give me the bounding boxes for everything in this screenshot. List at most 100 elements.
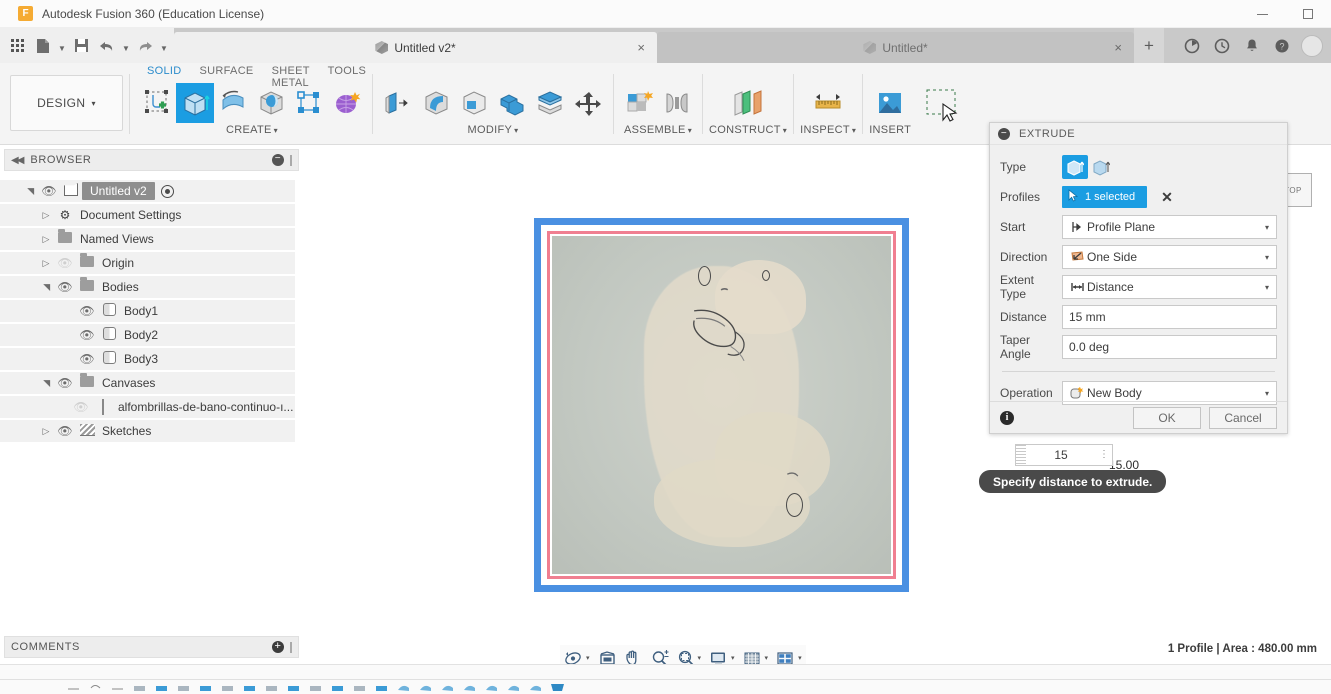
profiles-selection-button[interactable]: 1 selected <box>1062 186 1148 208</box>
chevron-down-icon[interactable]: ▾ <box>1265 389 1269 398</box>
expand-arrow-icon[interactable] <box>38 378 54 389</box>
panel-resize-grip[interactable] <box>290 641 292 653</box>
visibility-eye-icon[interactable]: 👁 <box>38 184 60 198</box>
extrude-dialog-header[interactable]: − EXTRUDE <box>990 123 1287 145</box>
timeline-feature-revolve[interactable] <box>414 680 436 694</box>
chevron-down-icon[interactable]: ▾ <box>1265 223 1269 232</box>
undo-dropdown-caret[interactable]: ▼ <box>120 30 132 62</box>
press-pull-icon[interactable] <box>379 83 417 123</box>
timeline-feature-sketch[interactable] <box>260 680 282 694</box>
selection-marquee-icon[interactable] <box>919 83 969 125</box>
timeline-feature-revolve[interactable] <box>502 680 524 694</box>
help-icon[interactable]: ? <box>1267 28 1297 63</box>
tree-item-body2[interactable]: 👁 Body2 <box>0 323 303 347</box>
tree-item-bodies[interactable]: 👁 Bodies <box>0 275 303 299</box>
job-status-icon[interactable] <box>1177 28 1207 63</box>
activate-component-icon[interactable] <box>160 184 174 198</box>
timeline-feature-revolve[interactable] <box>436 680 458 694</box>
field-options-icon[interactable]: ⋮ <box>1096 450 1112 460</box>
tree-item-body1[interactable]: 👁 Body1 <box>0 299 303 323</box>
pattern-icon[interactable] <box>290 83 328 123</box>
tree-item-origin[interactable]: 👁 Origin <box>0 251 303 275</box>
sketch-geometry[interactable]: 15.00 <box>534 218 1139 592</box>
app-grid-icon[interactable] <box>4 30 30 62</box>
file-icon[interactable] <box>30 30 56 62</box>
sphere-icon[interactable] <box>252 83 290 123</box>
visibility-eye-icon[interactable]: 👁 <box>54 280 76 294</box>
tree-item-sketches[interactable]: 👁 Sketches <box>0 419 303 443</box>
collapse-panel-icon[interactable]: ◀◀ <box>11 155 24 166</box>
recent-clock-icon[interactable] <box>1207 28 1237 63</box>
visibility-eye-icon[interactable]: 👁 <box>54 424 76 438</box>
distance-input[interactable]: 15 mm <box>1062 305 1277 329</box>
minimize-button[interactable] <box>1239 0 1285 28</box>
document-tab-untitled[interactable]: Untitled* × <box>657 32 1134 63</box>
expand-arrow-icon[interactable] <box>38 210 54 221</box>
create-form-icon[interactable] <box>328 83 366 123</box>
tab-close-icon[interactable]: × <box>637 40 645 55</box>
timeline-feature-revolve[interactable] <box>480 680 502 694</box>
expand-arrow-icon[interactable] <box>22 186 38 197</box>
expand-arrow-icon[interactable] <box>38 234 54 245</box>
combine-icon[interactable] <box>493 83 531 123</box>
extent-type-dropdown[interactable]: Distance ▾ <box>1062 275 1277 299</box>
visibility-eye-icon[interactable]: 👁 <box>76 304 98 318</box>
visibility-eye-icon[interactable]: 👁 <box>76 328 98 342</box>
field-drag-grip[interactable] <box>1016 445 1026 465</box>
document-tab-untitled-v2[interactable]: Untitled v2* × <box>174 32 657 63</box>
undo-icon[interactable] <box>94 30 120 62</box>
tree-item-named-views[interactable]: Named Views <box>0 227 303 251</box>
inspect-panel-label[interactable]: INSPECT ▾ <box>800 124 856 136</box>
tree-item-untitled-v2[interactable]: 👁 Untitled v2 <box>0 179 303 203</box>
chevron-down-icon[interactable]: ▾ <box>1265 253 1269 262</box>
timeline-feature-sketch[interactable] <box>128 680 150 694</box>
timeline-feature-extrude[interactable] <box>326 680 348 694</box>
timeline-feature-sketch[interactable] <box>348 680 370 694</box>
timeline-feature-extrude[interactable] <box>370 680 392 694</box>
fillet-icon[interactable] <box>417 83 455 123</box>
type-thin-button[interactable] <box>1088 155 1114 179</box>
tree-item-canvas-image[interactable]: 👁 alfombrillas-de-bano-continuo-ı... <box>0 395 303 419</box>
tree-item-body3[interactable]: 👁 Body3 <box>0 347 303 371</box>
timeline-feature-sketch[interactable] <box>172 680 194 694</box>
insert-panel-label[interactable]: INSERT <box>869 124 911 136</box>
insert-canvas-icon[interactable] <box>871 83 909 123</box>
save-icon[interactable] <box>68 30 94 62</box>
account-avatar[interactable] <box>1297 28 1327 63</box>
move-copy-icon[interactable] <box>569 83 607 123</box>
panel-resize-grip[interactable] <box>290 154 292 166</box>
timeline-marker[interactable] <box>106 680 128 694</box>
create-panel-label[interactable]: CREATE ▾ <box>226 124 278 136</box>
create-sketch-icon[interactable] <box>138 83 176 123</box>
new-tab-button[interactable]: + <box>1134 28 1164 63</box>
revolve-icon[interactable] <box>214 83 252 123</box>
timeline-feature-sketch[interactable] <box>216 680 238 694</box>
joint-icon[interactable] <box>658 83 696 123</box>
visibility-eye-icon[interactable]: 👁 <box>54 376 76 390</box>
shell-icon[interactable] <box>455 83 493 123</box>
start-dropdown[interactable]: Profile Plane ▾ <box>1062 215 1277 239</box>
assemble-panel-label[interactable]: ASSEMBLE ▾ <box>624 124 692 136</box>
construct-panel-label[interactable]: CONSTRUCT ▾ <box>709 124 787 136</box>
timeline-marker[interactable] <box>62 680 84 694</box>
add-comment-icon[interactable]: + <box>272 641 284 653</box>
expand-arrow-icon[interactable] <box>38 258 54 269</box>
cancel-button[interactable]: Cancel <box>1209 406 1277 429</box>
timeline-feature-extrude[interactable] <box>150 680 172 694</box>
timeline-feature-revolve[interactable] <box>458 680 480 694</box>
timeline-marker[interactable] <box>84 680 106 694</box>
direction-dropdown[interactable]: One Side ▾ <box>1062 245 1277 269</box>
file-dropdown-caret[interactable]: ▼ <box>56 30 68 62</box>
chevron-down-icon[interactable]: ▾ <box>798 654 802 662</box>
timeline-feature-revolve[interactable] <box>392 680 414 694</box>
dialog-collapse-icon[interactable]: − <box>998 127 1010 140</box>
clear-selection-icon[interactable]: ✕ <box>1161 189 1173 206</box>
new-component-icon[interactable] <box>620 83 658 123</box>
timeline-feature-extrude[interactable] <box>238 680 260 694</box>
visibility-eye-icon[interactable]: 👁 <box>70 400 92 414</box>
chevron-down-icon[interactable]: ▾ <box>586 654 590 662</box>
chevron-down-icon[interactable]: ▾ <box>1265 283 1269 292</box>
tab-close-icon[interactable]: × <box>1114 40 1122 55</box>
redo-icon[interactable] <box>132 30 158 62</box>
chevron-down-icon[interactable]: ▾ <box>731 654 735 662</box>
